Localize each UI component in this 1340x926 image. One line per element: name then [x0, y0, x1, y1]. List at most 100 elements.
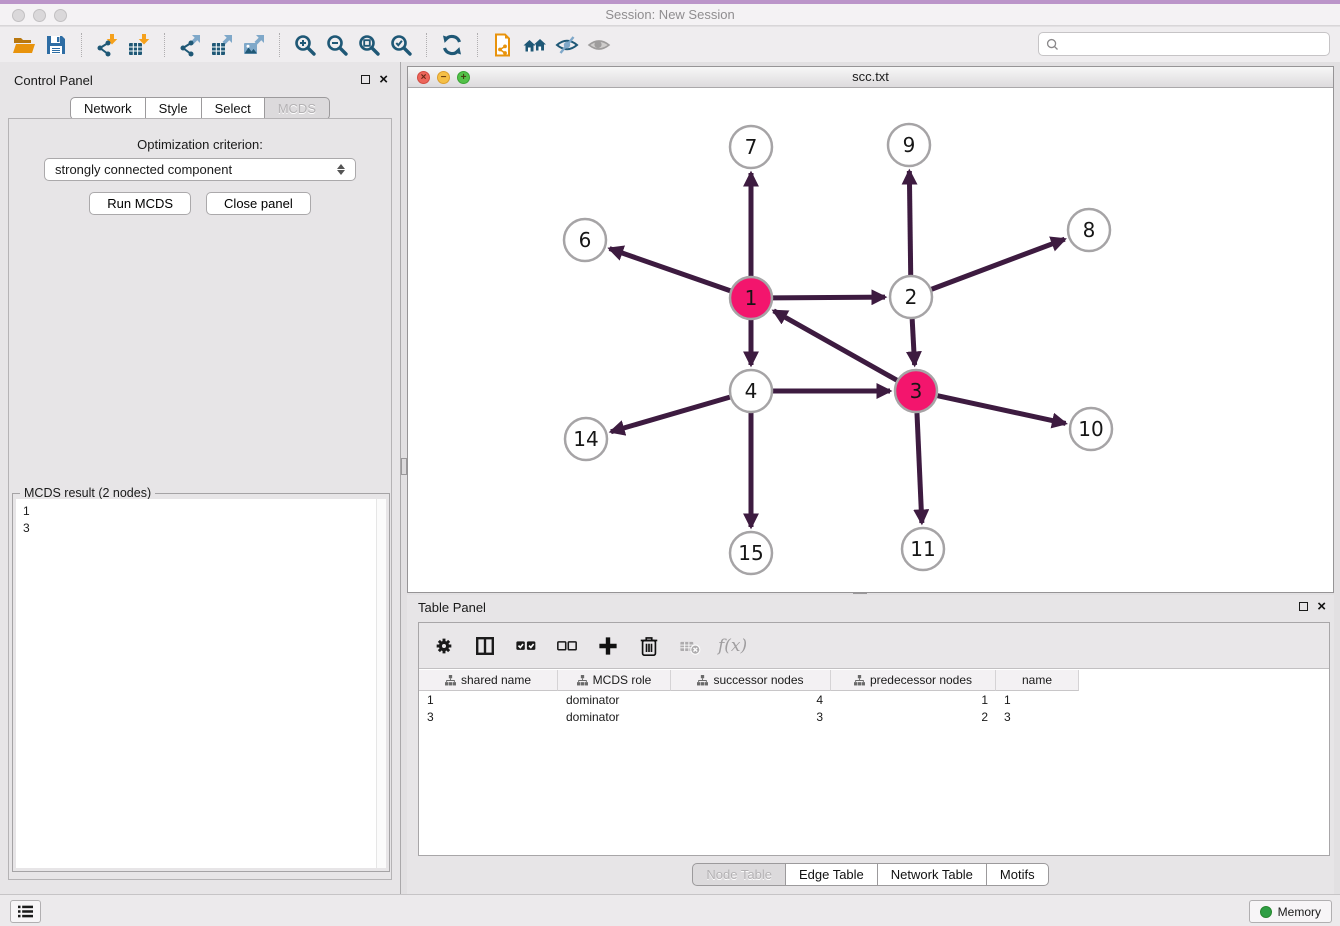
- table-cell[interactable]: 4: [671, 693, 831, 707]
- task-history-button[interactable]: [10, 900, 41, 923]
- run-mcds-button[interactable]: Run MCDS: [89, 192, 191, 215]
- table-row[interactable]: 1dominator411: [419, 691, 1329, 708]
- network-canvas[interactable]: 1 2 3 4 6 7 8 9 10 11 14 15: [408, 89, 1333, 592]
- table-cell[interactable]: 1: [419, 693, 558, 707]
- table-panel-close-icon[interactable]: ×: [1317, 601, 1326, 612]
- frame-zoom-icon[interactable]: +: [457, 71, 470, 84]
- graph-edge-2-3[interactable]: [912, 319, 914, 365]
- graph-edge-3-10[interactable]: [937, 396, 1065, 424]
- column-pane-button[interactable]: [472, 633, 498, 659]
- graph-node-2[interactable]: 2: [890, 276, 932, 318]
- graph-edge-1-2[interactable]: [773, 297, 885, 298]
- table-cell[interactable]: dominator: [558, 710, 671, 724]
- tab-edge-table[interactable]: Edge Table: [785, 863, 878, 886]
- svg-text:15: 15: [738, 541, 763, 565]
- table-cell[interactable]: 1: [831, 693, 996, 707]
- graph-node-15[interactable]: 15: [730, 532, 772, 574]
- table-cell[interactable]: 3: [671, 710, 831, 724]
- result-scrollbar[interactable]: [376, 499, 386, 868]
- zoom-fit-button[interactable]: [353, 31, 385, 59]
- save-session-button[interactable]: [40, 31, 72, 59]
- zoom-in-button[interactable]: [289, 31, 321, 59]
- svg-text:7: 7: [745, 135, 758, 159]
- tab-mcds[interactable]: MCDS: [264, 97, 330, 120]
- select-all-columns-button[interactable]: [513, 633, 539, 659]
- tab-network-table[interactable]: Network Table: [877, 863, 987, 886]
- column-header-mcds-role[interactable]: MCDS role: [558, 670, 671, 691]
- control-panel-close-icon[interactable]: ×: [379, 74, 388, 85]
- mcds-result-item: 1: [23, 503, 379, 520]
- zoom-selected-button[interactable]: [385, 31, 417, 59]
- task-list-icon: [17, 904, 34, 919]
- column-header-predecessor-nodes[interactable]: predecessor nodes: [831, 670, 996, 691]
- tab-network[interactable]: Network: [70, 97, 146, 120]
- hide-graphics-details-button[interactable]: [551, 31, 583, 59]
- graph-node-6[interactable]: 6: [564, 219, 606, 261]
- table-toolbar: f(x): [419, 623, 1329, 669]
- table-cell[interactable]: 1: [996, 693, 1079, 707]
- svg-text:6: 6: [579, 228, 592, 252]
- table-settings-button[interactable]: [431, 633, 457, 659]
- search-box[interactable]: [1038, 32, 1330, 56]
- mcds-result-list[interactable]: 13: [16, 499, 386, 868]
- graph-edge-4-14[interactable]: [611, 397, 730, 432]
- export-network-button[interactable]: [174, 31, 206, 59]
- tab-style[interactable]: Style: [145, 97, 202, 120]
- graph-node-4[interactable]: 4: [730, 370, 772, 412]
- column-header-successor-nodes[interactable]: successor nodes: [671, 670, 831, 691]
- import-network-button[interactable]: [91, 31, 123, 59]
- network-frame-titlebar[interactable]: × − + scc.txt: [408, 67, 1333, 88]
- column-pane-icon: [474, 635, 496, 657]
- table-panel-float-icon[interactable]: [1299, 602, 1308, 611]
- column-header-shared-name[interactable]: shared name: [419, 670, 558, 691]
- control-panel-float-icon[interactable]: [361, 75, 370, 84]
- graph-edge-3-11[interactable]: [917, 413, 922, 523]
- graph-edge-2-9[interactable]: [909, 171, 910, 275]
- export-image-button[interactable]: [238, 31, 270, 59]
- svg-text:14: 14: [573, 427, 598, 451]
- tab-select[interactable]: Select: [201, 97, 265, 120]
- table-row[interactable]: 3dominator323: [419, 708, 1329, 725]
- vertical-splitter[interactable]: [400, 62, 407, 894]
- close-panel-button[interactable]: Close panel: [206, 192, 311, 215]
- network-frame-title: scc.txt: [408, 67, 1333, 87]
- graph-node-11[interactable]: 11: [902, 528, 944, 570]
- apply-layout-button[interactable]: [436, 31, 468, 59]
- graph-node-8[interactable]: 8: [1068, 209, 1110, 251]
- graph-node-14[interactable]: 14: [565, 418, 607, 460]
- graph-node-3[interactable]: 3: [895, 370, 937, 412]
- graph-edge-1-6[interactable]: [610, 249, 731, 291]
- graph-edge-2-8[interactable]: [932, 239, 1065, 289]
- column-header-name[interactable]: name: [996, 670, 1079, 691]
- delete-column-button[interactable]: [636, 633, 662, 659]
- table-cell[interactable]: 3: [419, 710, 558, 724]
- node-table: shared nameMCDS rolesuccessor nodesprede…: [419, 670, 1329, 855]
- table-cell[interactable]: dominator: [558, 693, 671, 707]
- unselect-all-columns-button[interactable]: [554, 633, 580, 659]
- frame-close-icon[interactable]: ×: [417, 71, 430, 84]
- import-table-button[interactable]: [123, 31, 155, 59]
- column-header-label: name: [1022, 673, 1052, 687]
- first-neighbors-button[interactable]: [519, 31, 551, 59]
- graph-node-7[interactable]: 7: [730, 126, 772, 168]
- tab-node-table[interactable]: Node Table: [692, 863, 786, 886]
- criterion-select[interactable]: strongly connected component: [44, 158, 356, 181]
- column-sort-icon: [854, 675, 865, 686]
- graph-node-1[interactable]: 1: [730, 277, 772, 319]
- graph-edge-3-1[interactable]: [774, 311, 897, 380]
- window-title: Session: New Session: [0, 7, 1340, 22]
- graph-node-10[interactable]: 10: [1070, 408, 1112, 450]
- add-column-button[interactable]: [595, 633, 621, 659]
- frame-minimize-icon[interactable]: −: [437, 71, 450, 84]
- zoom-out-button[interactable]: [321, 31, 353, 59]
- table-cell[interactable]: 3: [996, 710, 1079, 724]
- memory-button[interactable]: Memory: [1249, 900, 1332, 923]
- search-input[interactable]: [1064, 36, 1322, 52]
- graph-node-9[interactable]: 9: [888, 124, 930, 166]
- table-cell[interactable]: 2: [831, 710, 996, 724]
- delete-table-icon: [679, 635, 701, 657]
- network-from-selection-button[interactable]: [487, 31, 519, 59]
- tab-motifs[interactable]: Motifs: [986, 863, 1049, 886]
- open-session-button[interactable]: [8, 31, 40, 59]
- export-table-button[interactable]: [206, 31, 238, 59]
